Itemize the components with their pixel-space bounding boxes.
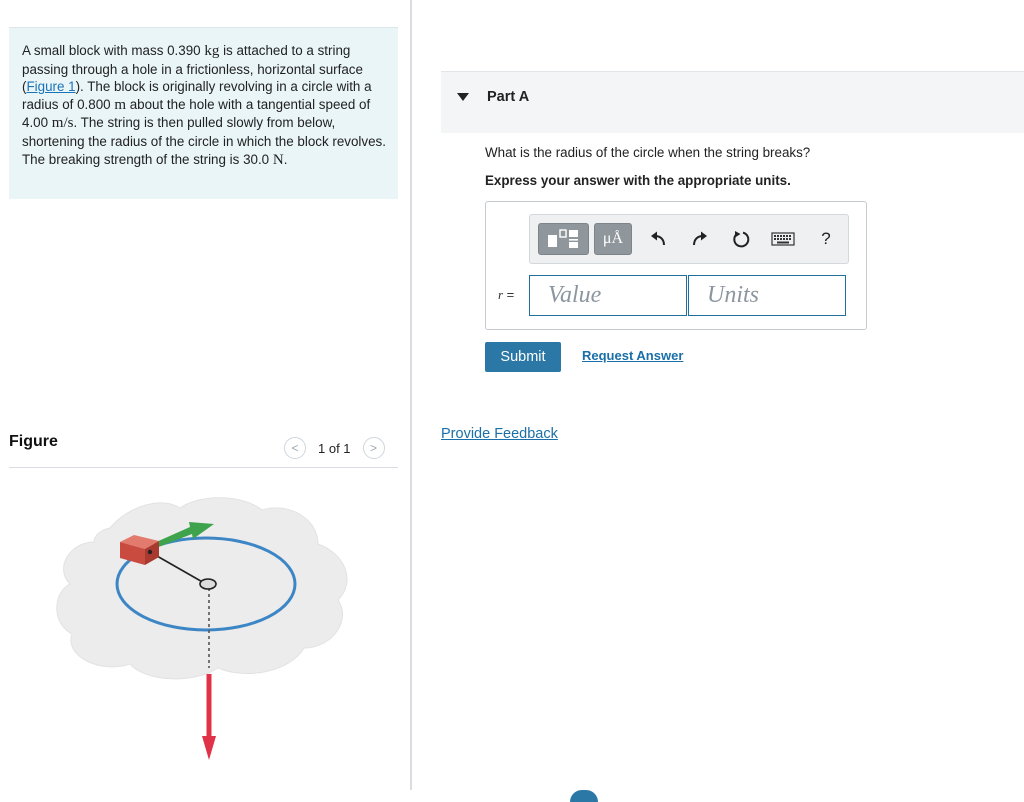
help-icon: ? (821, 229, 831, 248)
templates-icon (547, 229, 578, 248)
instruction-text: Express your answer with the appropriate… (485, 173, 791, 188)
reset-icon (733, 231, 750, 248)
equals-sign: = (503, 287, 515, 302)
units-icon: μÅ (602, 230, 624, 247)
left-panel: A small block with mass 0.390 kg is atta… (0, 0, 410, 796)
help-button[interactable]: ? (812, 223, 840, 255)
caret-down-icon (457, 93, 469, 101)
question-text: What is the radius of the circle when th… (485, 145, 811, 160)
keyboard-icon (771, 232, 795, 246)
prev-figure-button[interactable]: < (284, 437, 306, 459)
submit-button[interactable]: Submit (485, 342, 561, 372)
keyboard-button[interactable] (766, 223, 800, 255)
templates-button[interactable] (538, 223, 589, 255)
units-button[interactable]: μÅ (594, 223, 632, 255)
problem-text: . (283, 151, 288, 167)
units-input[interactable]: Units (688, 275, 846, 316)
figure-pager: < 1 of 1 > (284, 435, 385, 461)
figure-heading: Figure (9, 433, 58, 450)
unit-ms: m/s (51, 115, 74, 132)
problem-text: A small block with mass 0.390 (22, 43, 205, 58)
problem-statement: A small block with mass 0.390 kg is atta… (9, 27, 398, 199)
figure-illustration (56, 497, 348, 760)
unit-kg: kg (204, 43, 220, 59)
force-arrow-shaft (206, 674, 212, 738)
next-figure-button[interactable]: > (362, 437, 385, 459)
figure-divider (9, 467, 398, 468)
hole-icon (199, 578, 217, 590)
request-answer-link[interactable]: Request Answer (582, 348, 683, 363)
provide-feedback-link[interactable]: Provide Feedback (441, 426, 558, 442)
panel-divider (410, 0, 412, 790)
undo-button[interactable] (644, 223, 674, 255)
redo-icon (693, 231, 707, 246)
redo-button[interactable] (684, 223, 714, 255)
value-input[interactable]: Value (529, 275, 687, 316)
force-arrow-head (202, 736, 216, 760)
figure-link[interactable]: Figure 1 (26, 79, 75, 94)
chevron-left-icon: < (291, 441, 299, 455)
problem-text: . The string is then pulled slowly from … (22, 115, 386, 167)
chevron-right-icon: > (370, 441, 378, 455)
block-attachment (147, 549, 153, 555)
part-a-header[interactable]: Part A (441, 71, 1024, 133)
reset-button[interactable] (726, 223, 756, 255)
scroll-indicator[interactable] (570, 790, 598, 802)
undo-icon (651, 231, 665, 246)
part-title: Part A (487, 89, 530, 105)
figure-count: 1 of 1 (318, 440, 351, 456)
answer-box: μÅ ? r = Value Units (485, 201, 867, 330)
unit-N: N (272, 151, 284, 168)
math-toolbar: μÅ ? (529, 214, 849, 264)
unit-m: m (114, 96, 126, 113)
variable-label: r = (498, 287, 514, 303)
